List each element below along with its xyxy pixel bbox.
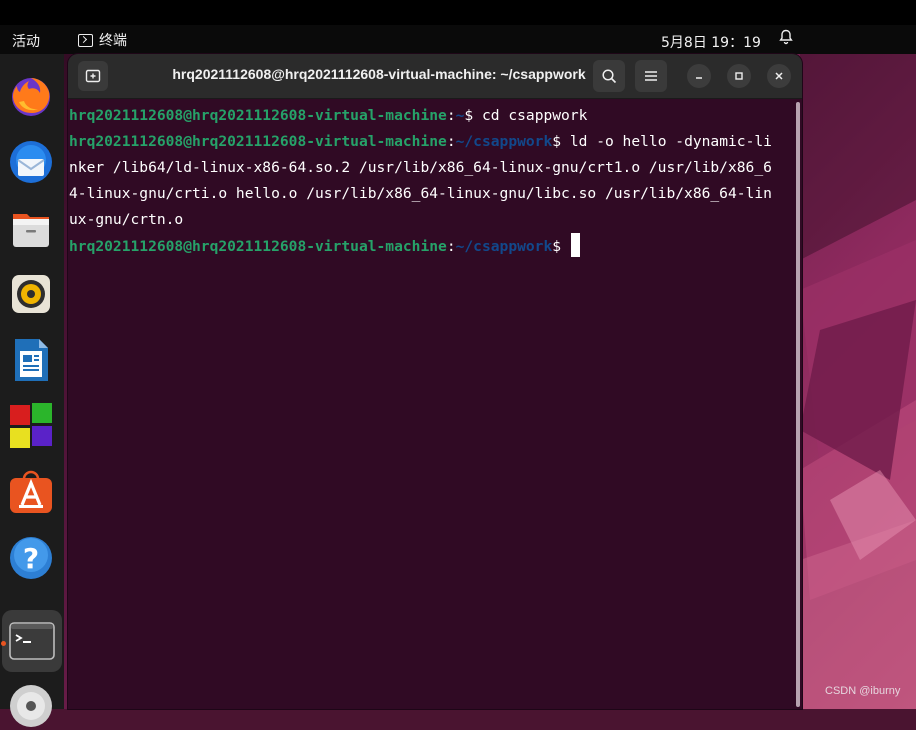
terminal-line: hrq2021112608@hrq2021112608-virtual-mach…: [69, 103, 795, 129]
wallpaper-shapes: [800, 0, 916, 709]
prompt-separator: :: [446, 107, 456, 124]
clock[interactable]: 5月8日 19：19: [661, 32, 761, 52]
libreoffice-writer-icon: [15, 339, 48, 381]
software-boxes-icon: [10, 403, 52, 448]
dock-item-terminal[interactable]: [2, 610, 62, 672]
activities-button[interactable]: 活动: [12, 31, 40, 51]
prompt-separator: :: [446, 133, 456, 150]
running-indicator: [1, 641, 6, 646]
search-button[interactable]: [593, 60, 625, 92]
dock-item-writer[interactable]: [7, 336, 55, 384]
top-black-band: [0, 0, 916, 25]
dock-item-files[interactable]: [7, 204, 55, 252]
top-panel: 活动 终端 5月8日 19：19: [0, 25, 916, 54]
command-text: cd csappwork: [481, 107, 588, 124]
terminal-line: nker /lib64/ld-linux-x86-64.so.2 /usr/li…: [69, 159, 772, 176]
thunderbird-icon: [10, 141, 52, 183]
close-button[interactable]: [767, 64, 791, 88]
dock-item-help[interactable]: ?: [7, 534, 55, 582]
files-icon: [13, 214, 49, 247]
rhythmbox-icon: [12, 275, 50, 313]
terminal-line: 4-linux-gnu/crti.o hello.o /usr/lib/x86_…: [69, 185, 772, 202]
dock-item-ubuntu-software[interactable]: [7, 468, 55, 516]
terminal-line: hrq2021112608@hrq2021112608-virtual-mach…: [69, 233, 795, 260]
scrollbar-thumb[interactable]: [796, 102, 800, 707]
terminal-output[interactable]: hrq2021112608@hrq2021112608-virtual-mach…: [68, 99, 795, 709]
dock-item-firefox[interactable]: [7, 72, 55, 120]
terminal-window[interactable]: hrq2021112608@hrq2021112608-virtual-mach…: [68, 54, 802, 709]
dock-item-rhythmbox[interactable]: [7, 270, 55, 318]
prompt-dollar: $: [552, 133, 570, 150]
prompt-dollar: $: [552, 238, 570, 255]
terminal-line: ux-gnu/crtn.o: [69, 211, 184, 228]
close-icon: [775, 72, 783, 80]
terminal-line: hrq2021112608@hrq2021112608-virtual-mach…: [69, 129, 795, 155]
app-menu-button[interactable]: 终端: [78, 30, 127, 50]
dock-item-software-boxes[interactable]: [7, 402, 55, 450]
dock-item-thunderbird[interactable]: [7, 138, 55, 186]
minimize-icon: [696, 77, 702, 79]
svg-text:?: ?: [23, 542, 39, 575]
prompt-path: ~/csappwork: [455, 133, 553, 150]
help-icon: ?: [10, 537, 52, 579]
dock-item-dvd[interactable]: [7, 682, 55, 730]
watermark: CSDN @iburny: [825, 685, 901, 697]
terminal-headerbar[interactable]: hrq2021112608@hrq2021112608-virtual-mach…: [68, 54, 802, 99]
prompt-separator: :: [446, 238, 456, 255]
text-cursor: [570, 233, 580, 257]
prompt-user: hrq2021112608@hrq2021112608-virtual-mach…: [69, 238, 447, 255]
maximize-icon: [735, 72, 743, 80]
scrollbar[interactable]: [794, 100, 802, 709]
menu-button[interactable]: [635, 60, 667, 92]
window-title: hrq2021112608@hrq2021112608-virtual-mach…: [172, 66, 586, 82]
prompt-user: hrq2021112608@hrq2021112608-virtual-mach…: [69, 133, 447, 150]
ubuntu-software-icon: [10, 470, 52, 513]
search-icon: [602, 69, 617, 84]
minimize-button[interactable]: [687, 64, 711, 88]
app-menu-label: 终端: [99, 33, 127, 49]
prompt-path: ~/csappwork: [455, 238, 553, 255]
dvd-icon: [10, 685, 52, 727]
prompt-user: hrq2021112608@hrq2021112608-virtual-mach…: [69, 107, 447, 124]
terminal-small-icon: [78, 33, 93, 47]
command-text: ld -o hello -dynamic-li: [569, 133, 772, 150]
prompt-dollar: $: [464, 107, 482, 124]
dock: ?: [0, 54, 64, 727]
hamburger-menu-icon: [645, 71, 657, 81]
firefox-icon: [12, 78, 50, 116]
terminal-icon: [9, 622, 55, 660]
maximize-button[interactable]: [727, 64, 751, 88]
bell-icon[interactable]: [778, 29, 794, 49]
